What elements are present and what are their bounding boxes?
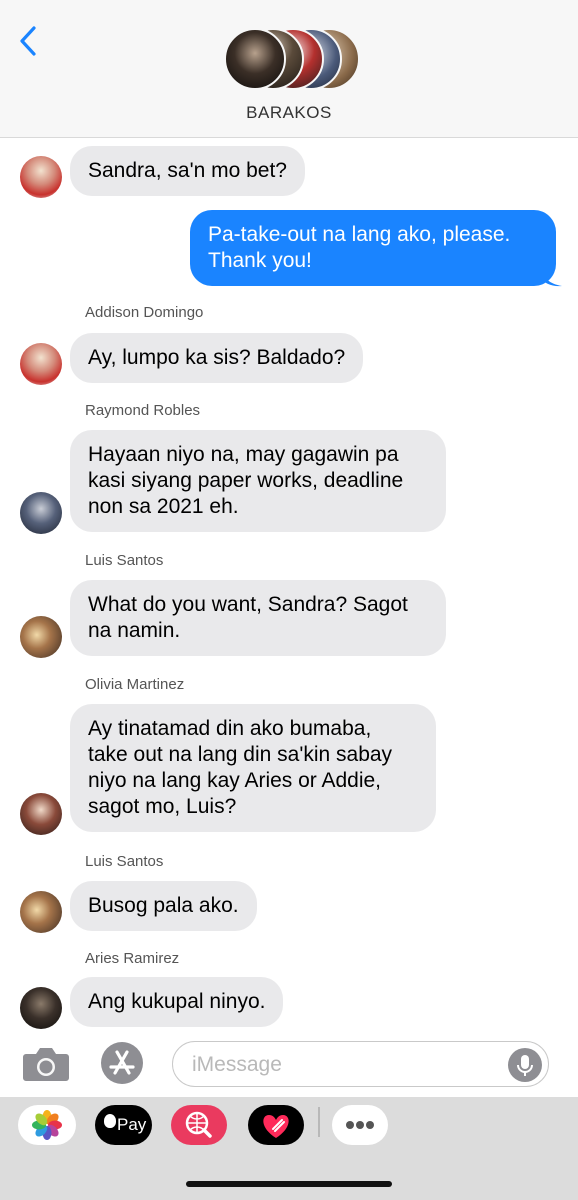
sender-avatar[interactable] xyxy=(20,492,62,534)
message-text: Busog pala ako. xyxy=(88,894,239,917)
message-text: take out na lang din sa'kin sabay xyxy=(88,743,393,766)
camera-button[interactable] xyxy=(22,1044,70,1082)
photos-icon xyxy=(32,1110,62,1140)
message-text: Ay, lumpo ka sis? Baldado? xyxy=(88,346,346,369)
drawer-separator xyxy=(318,1107,320,1137)
more-apps-button[interactable] xyxy=(332,1105,388,1145)
dictation-button[interactable] xyxy=(508,1048,542,1082)
incoming-message-bubble[interactable]: Hayaan niyo na, may gagawin pa kasi siya… xyxy=(70,430,446,532)
back-button[interactable] xyxy=(14,22,44,62)
group-avatar-stack[interactable] xyxy=(224,28,360,90)
message-input[interactable]: iMessage xyxy=(172,1041,549,1087)
incoming-message-bubble[interactable]: Sandra, sa'n mo bet? xyxy=(70,146,305,196)
incoming-message-bubble[interactable]: Ay tinatamad din ako bumaba, take out na… xyxy=(70,704,436,832)
message-text: Thank you! xyxy=(208,249,312,272)
sender-avatar[interactable] xyxy=(20,891,62,933)
member-avatar xyxy=(224,28,286,90)
sender-name: Luis Santos xyxy=(85,853,164,870)
incoming-message-bubble[interactable]: What do you want, Sandra? Sagot na namin… xyxy=(70,580,446,656)
message-text: non sa 2021 eh. xyxy=(88,495,239,518)
bubble-tail xyxy=(540,266,562,287)
message-text: Ang kukupal ninyo. xyxy=(88,990,266,1013)
apple-pay-label: Pay xyxy=(117,1115,147,1134)
message-text: kasi siyang paper works, deadline xyxy=(88,469,404,492)
message-text: Ay tinatamad din ako bumaba, xyxy=(88,717,372,740)
sender-name: Luis Santos xyxy=(85,552,164,569)
incoming-message-bubble[interactable]: Busog pala ako. xyxy=(70,881,257,931)
globe-search-icon xyxy=(185,1111,212,1138)
sender-avatar[interactable] xyxy=(20,343,62,385)
conversation-header: BARAKOS xyxy=(0,0,578,138)
outgoing-message-bubble[interactable]: Pa-take-out na lang ako, please. Thank y… xyxy=(190,210,556,286)
sender-name: Raymond Robles xyxy=(85,402,201,419)
sender-avatar[interactable] xyxy=(20,156,62,198)
message-text: What do you want, Sandra? Sagot xyxy=(88,593,408,616)
message-input-placeholder: iMessage xyxy=(192,1053,282,1076)
microphone-icon xyxy=(517,1055,533,1076)
ellipsis-icon xyxy=(346,1121,374,1129)
photos-app-button[interactable] xyxy=(18,1105,76,1145)
incoming-message-bubble[interactable]: Ay, lumpo ka sis? Baldado? xyxy=(70,333,364,383)
sender-name: Addison Domingo xyxy=(85,304,204,321)
chevron-left-icon xyxy=(20,26,36,56)
app-store-button[interactable] xyxy=(98,1040,146,1086)
message-text: Sandra, sa'n mo bet? xyxy=(88,159,287,182)
message-text: sagot mo, Luis? xyxy=(88,795,237,818)
app-store-icon xyxy=(101,1042,143,1084)
group-name[interactable]: BARAKOS xyxy=(0,103,578,123)
message-text: Pa-take-out na lang ako, please. xyxy=(208,223,511,246)
sender-name: Aries Ramirez xyxy=(85,950,180,967)
apple-pay-button[interactable]: Pay xyxy=(95,1105,152,1145)
search-images-app-button[interactable] xyxy=(171,1105,227,1145)
message-text: na namin. xyxy=(88,619,181,642)
digital-touch-app-button[interactable] xyxy=(248,1105,304,1145)
camera-icon xyxy=(23,1048,69,1081)
app-drawer: Pay xyxy=(0,1097,578,1200)
sender-name: Olivia Martinez xyxy=(85,676,185,693)
incoming-message-bubble[interactable]: Ang kukupal ninyo. xyxy=(70,977,284,1027)
message-text: Hayaan niyo na, may gagawin pa xyxy=(88,443,399,466)
sender-avatar[interactable] xyxy=(20,793,62,835)
apple-logo-icon xyxy=(104,1114,116,1128)
sender-avatar[interactable] xyxy=(20,616,62,658)
sender-avatar[interactable] xyxy=(20,987,62,1029)
heart-icon xyxy=(263,1115,289,1138)
message-text: niyo na lang kay Aries or Addie, xyxy=(88,769,382,792)
home-indicator[interactable] xyxy=(186,1181,392,1187)
